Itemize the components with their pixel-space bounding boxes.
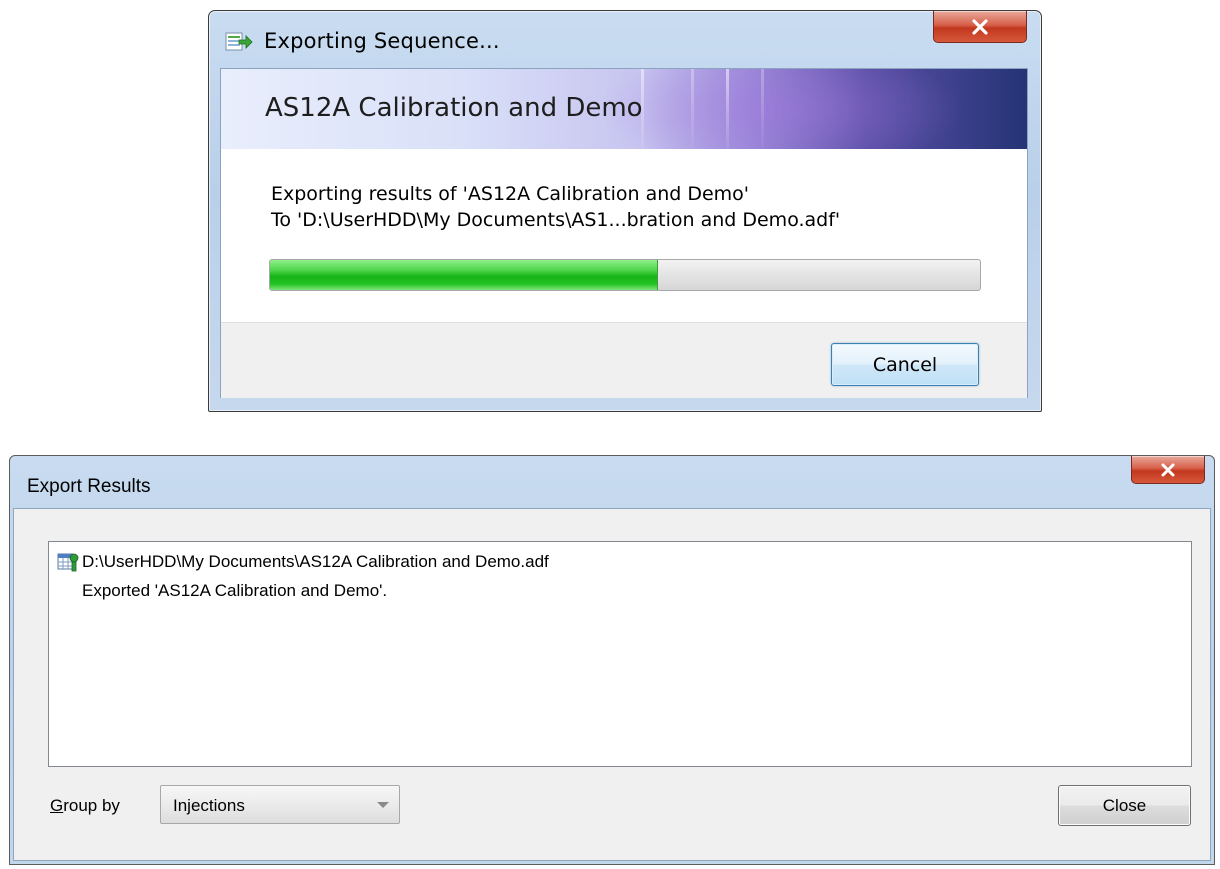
result-detail: Exported 'AS12A Calibration and Demo'. (82, 581, 388, 600)
dialog-footer: Cancel (221, 322, 1027, 398)
export-results-dialog: Export Results D:\UserHDD\My Documents\A… (9, 455, 1215, 865)
export-message-source: Exporting results of 'AS12A Calibration … (271, 183, 750, 205)
export-message-destination: To 'D:\UserHDD\My Documents\AS1...bratio… (271, 209, 841, 231)
banner: AS12A Calibration and Demo (221, 69, 1027, 149)
group-by-label: Group by (50, 796, 120, 815)
chevron-down-icon (377, 802, 389, 808)
dialog-title: Export Results (27, 476, 151, 497)
group-by-dropdown[interactable]: Injections (160, 785, 400, 824)
title-bar[interactable]: Exporting Sequence... (209, 11, 1041, 69)
export-progress-bar (269, 259, 981, 291)
progress-fill (270, 260, 658, 290)
dialog-client: D:\UserHDD\My Documents\AS12A Calibratio… (14, 509, 1210, 860)
close-button[interactable] (933, 11, 1027, 43)
close-icon (1161, 463, 1175, 476)
export-sequence-icon (225, 32, 253, 51)
dialog-title: Exporting Sequence... (264, 29, 500, 53)
close-icon (972, 18, 988, 35)
exporting-sequence-dialog: Exporting Sequence... AS12A Calibration … (208, 10, 1042, 412)
cancel-button[interactable]: Cancel (831, 343, 979, 386)
close-window-button[interactable] (1131, 456, 1205, 484)
dialog-client: AS12A Calibration and Demo Exporting res… (221, 69, 1027, 398)
close-button[interactable]: Close (1058, 785, 1191, 826)
data-file-icon (57, 553, 79, 572)
banner-title: AS12A Calibration and Demo (265, 93, 643, 123)
list-item[interactable]: D:\UserHDD\My Documents\AS12A Calibratio… (57, 551, 549, 573)
results-list[interactable]: D:\UserHDD\My Documents\AS12A Calibratio… (48, 541, 1192, 767)
group-by-value: Injections (173, 796, 245, 815)
result-file-path: D:\UserHDD\My Documents\AS12A Calibratio… (82, 552, 549, 571)
